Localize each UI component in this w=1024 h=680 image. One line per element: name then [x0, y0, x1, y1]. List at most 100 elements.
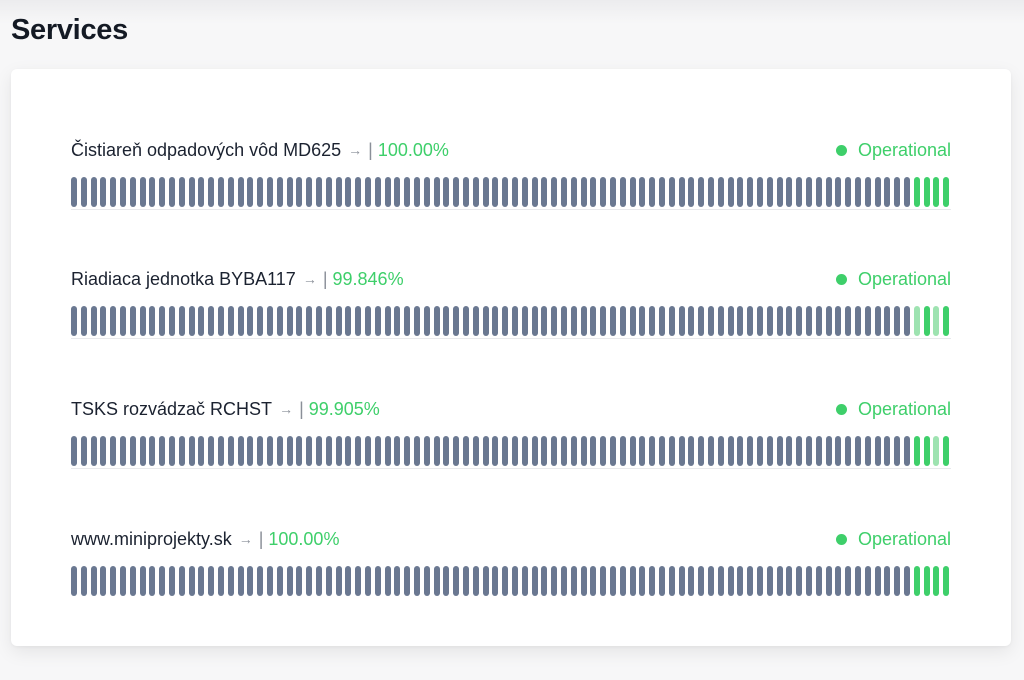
uptime-day-bar[interactable] — [188, 566, 195, 596]
uptime-day-bar[interactable] — [443, 436, 450, 466]
uptime-day-bar[interactable] — [276, 436, 283, 466]
uptime-day-bar[interactable] — [913, 436, 920, 466]
uptime-day-bar[interactable] — [776, 566, 783, 596]
uptime-day-bar[interactable] — [757, 566, 763, 596]
uptime-day-bar[interactable] — [178, 566, 185, 596]
uptime-day-bar[interactable] — [551, 436, 558, 466]
uptime-day-bar[interactable] — [894, 177, 901, 207]
uptime-day-bar[interactable] — [443, 566, 450, 596]
uptime-day-bar[interactable] — [198, 566, 205, 596]
uptime-day-bar[interactable] — [237, 177, 244, 207]
uptime-day-bar[interactable] — [404, 566, 411, 596]
uptime-day-bar[interactable] — [845, 306, 852, 336]
uptime-day-bar[interactable] — [267, 306, 273, 336]
uptime-day-bar[interactable] — [208, 177, 215, 207]
uptime-day-bar[interactable] — [257, 566, 264, 596]
uptime-day-bar[interactable] — [492, 306, 499, 336]
uptime-day-bar[interactable] — [286, 436, 293, 466]
uptime-day-bar[interactable] — [482, 436, 489, 466]
uptime-day-bar[interactable] — [541, 566, 548, 596]
uptime-day-bar[interactable] — [120, 436, 126, 466]
uptime-day-bar[interactable] — [923, 436, 930, 466]
uptime-day-bar[interactable] — [71, 306, 77, 336]
uptime-day-bar[interactable] — [727, 306, 734, 336]
uptime-day-bar[interactable] — [629, 566, 636, 596]
uptime-day-bar[interactable] — [335, 306, 342, 336]
uptime-day-bar[interactable] — [913, 566, 920, 596]
uptime-day-bar[interactable] — [423, 306, 430, 336]
uptime-day-bar[interactable] — [737, 177, 744, 207]
uptime-day-bar[interactable] — [796, 177, 803, 207]
uptime-day-bar[interactable] — [570, 436, 577, 466]
uptime-day-bar[interactable] — [668, 566, 675, 596]
uptime-day-bar[interactable] — [502, 566, 509, 596]
uptime-day-bar[interactable] — [619, 566, 626, 596]
uptime-day-bar[interactable] — [325, 306, 332, 336]
uptime-day-bar[interactable] — [806, 177, 812, 207]
uptime-day-bar[interactable] — [502, 177, 509, 207]
uptime-day-bar[interactable] — [629, 436, 636, 466]
uptime-day-bar[interactable] — [786, 306, 793, 336]
uptime-day-bar[interactable] — [610, 436, 616, 466]
uptime-day-bar[interactable] — [394, 436, 401, 466]
uptime-day-bar[interactable] — [835, 306, 842, 336]
uptime-day-bar[interactable] — [874, 177, 881, 207]
uptime-day-bar[interactable] — [698, 566, 705, 596]
uptime-day-bar[interactable] — [815, 306, 822, 336]
uptime-day-bar[interactable] — [786, 177, 793, 207]
uptime-day-bar[interactable] — [257, 177, 264, 207]
uptime-day-bar[interactable] — [766, 566, 773, 596]
uptime-day-bar[interactable] — [227, 306, 234, 336]
uptime-day-bar[interactable] — [521, 177, 528, 207]
uptime-day-bar[interactable] — [110, 566, 117, 596]
uptime-day-bar[interactable] — [825, 566, 832, 596]
uptime-day-bar[interactable] — [110, 436, 117, 466]
arrow-right-icon[interactable]: → — [303, 271, 317, 287]
uptime-day-bar[interactable] — [531, 566, 538, 596]
uptime-day-bar[interactable] — [237, 306, 244, 336]
uptime-day-bar[interactable] — [649, 177, 656, 207]
uptime-day-bar[interactable] — [864, 436, 871, 466]
uptime-day-bar[interactable] — [708, 177, 714, 207]
uptime-day-bar[interactable] — [404, 436, 411, 466]
uptime-day-bar[interactable] — [639, 436, 646, 466]
uptime-day-bar[interactable] — [580, 436, 587, 466]
uptime-day-bar[interactable] — [90, 566, 97, 596]
uptime-day-bar[interactable] — [757, 436, 763, 466]
uptime-day-bar[interactable] — [198, 177, 205, 207]
uptime-day-bar[interactable] — [316, 306, 322, 336]
uptime-day-bar[interactable] — [512, 306, 518, 336]
uptime-day-bar[interactable] — [276, 306, 283, 336]
uptime-day-bar[interactable] — [71, 177, 77, 207]
uptime-day-bar[interactable] — [639, 177, 646, 207]
uptime-day-bar[interactable] — [521, 566, 528, 596]
uptime-day-bar[interactable] — [335, 177, 342, 207]
uptime-day-bar[interactable] — [649, 566, 656, 596]
uptime-day-bar[interactable] — [727, 177, 734, 207]
uptime-day-bar[interactable] — [737, 566, 744, 596]
uptime-day-bar[interactable] — [708, 436, 714, 466]
uptime-day-bar[interactable] — [453, 566, 460, 596]
uptime-day-bar[interactable] — [864, 177, 871, 207]
uptime-day-bar[interactable] — [600, 436, 607, 466]
arrow-right-icon[interactable]: → — [279, 401, 293, 417]
uptime-day-bar[interactable] — [570, 306, 577, 336]
uptime-day-bar[interactable] — [786, 436, 793, 466]
uptime-day-bar[interactable] — [717, 306, 724, 336]
uptime-day-bar[interactable] — [688, 566, 695, 596]
uptime-day-bar[interactable] — [227, 566, 234, 596]
uptime-day-bar[interactable] — [374, 566, 381, 596]
uptime-day-bar[interactable] — [80, 177, 87, 207]
uptime-day-bar[interactable] — [247, 566, 254, 596]
uptime-day-bar[interactable] — [414, 566, 420, 596]
uptime-day-bar[interactable] — [766, 306, 773, 336]
uptime-day-bar[interactable] — [404, 306, 411, 336]
uptime-day-bar[interactable] — [129, 177, 136, 207]
uptime-day-bar[interactable] — [737, 306, 744, 336]
uptime-day-bar[interactable] — [394, 566, 401, 596]
uptime-day-bar[interactable] — [590, 566, 597, 596]
uptime-day-bar[interactable] — [423, 436, 430, 466]
uptime-day-bar[interactable] — [864, 566, 871, 596]
uptime-day-bar[interactable] — [286, 306, 293, 336]
uptime-day-bar[interactable] — [237, 566, 244, 596]
